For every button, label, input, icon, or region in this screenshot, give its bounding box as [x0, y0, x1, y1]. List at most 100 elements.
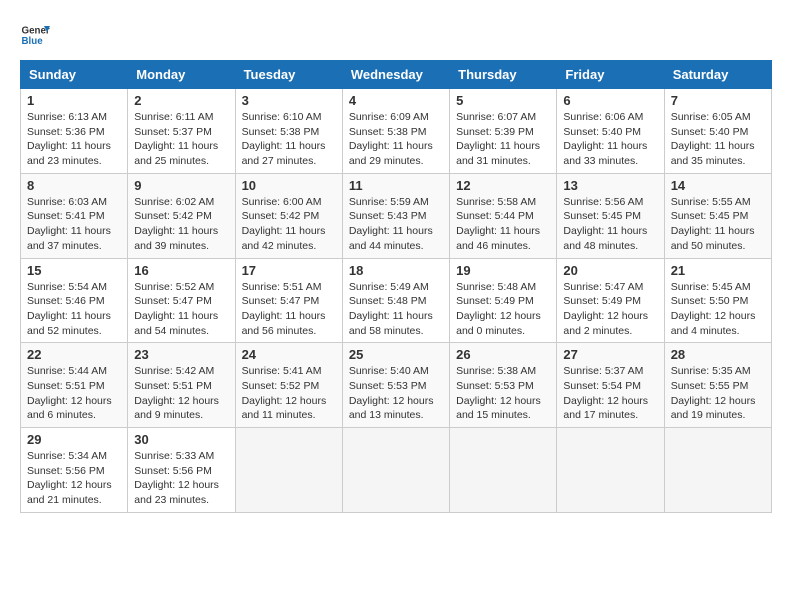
day-number: 14: [671, 178, 765, 193]
calendar-cell: 22 Sunrise: 5:44 AMSunset: 5:51 PMDayligh…: [21, 343, 128, 428]
day-info: Sunrise: 5:45 AMSunset: 5:50 PMDaylight:…: [671, 280, 765, 339]
calendar-cell: 1Sunrise: 6:13 AMSunset: 5:36 PMDaylight…: [21, 89, 128, 174]
weekday-header: Sunday: [21, 61, 128, 89]
day-number: 28: [671, 347, 765, 362]
day-info: Sunrise: 5:59 AMSunset: 5:43 PMDaylight:…: [349, 195, 443, 254]
day-number: 24: [242, 347, 336, 362]
calendar-cell: 21 Sunrise: 5:45 AMSunset: 5:50 PMDayligh…: [664, 258, 771, 343]
day-number: 19: [456, 263, 550, 278]
calendar-cell: 6 Sunrise: 6:06 AMSunset: 5:40 PMDaylight…: [557, 89, 664, 174]
day-number: 29: [27, 432, 121, 447]
day-number: 18: [349, 263, 443, 278]
calendar-cell: [664, 428, 771, 513]
day-info: Sunrise: 6:02 AMSunset: 5:42 PMDaylight:…: [134, 195, 228, 254]
day-info: Sunrise: 6:03 AMSunset: 5:41 PMDaylight:…: [27, 195, 121, 254]
calendar-cell: 29 Sunrise: 5:34 AMSunset: 5:56 PMDayligh…: [21, 428, 128, 513]
calendar-cell: 24 Sunrise: 5:41 AMSunset: 5:52 PMDayligh…: [235, 343, 342, 428]
calendar-cell: [557, 428, 664, 513]
day-info: Sunrise: 6:07 AMSunset: 5:39 PMDaylight:…: [456, 110, 550, 169]
day-info: Sunrise: 5:51 AMSunset: 5:47 PMDaylight:…: [242, 280, 336, 339]
weekday-header-row: SundayMondayTuesdayWednesdayThursdayFrid…: [21, 61, 772, 89]
day-info: Sunrise: 6:11 AMSunset: 5:37 PMDaylight:…: [134, 110, 228, 169]
day-number: 27: [563, 347, 657, 362]
day-info: Sunrise: 6:05 AMSunset: 5:40 PMDaylight:…: [671, 110, 765, 169]
calendar-row: 1Sunrise: 6:13 AMSunset: 5:36 PMDaylight…: [21, 89, 772, 174]
calendar-cell: 14 Sunrise: 5:55 AMSunset: 5:45 PMDayligh…: [664, 173, 771, 258]
calendar-cell: 7 Sunrise: 6:05 AMSunset: 5:40 PMDaylight…: [664, 89, 771, 174]
day-info: Sunrise: 5:34 AMSunset: 5:56 PMDaylight:…: [27, 449, 121, 508]
weekday-header: Wednesday: [342, 61, 449, 89]
day-info: Sunrise: 5:41 AMSunset: 5:52 PMDaylight:…: [242, 364, 336, 423]
day-info: Sunrise: 5:47 AMSunset: 5:49 PMDaylight:…: [563, 280, 657, 339]
calendar-cell: 18 Sunrise: 5:49 AMSunset: 5:48 PMDayligh…: [342, 258, 449, 343]
day-number: 20: [563, 263, 657, 278]
day-info: Sunrise: 5:54 AMSunset: 5:46 PMDaylight:…: [27, 280, 121, 339]
weekday-header: Saturday: [664, 61, 771, 89]
calendar-cell: 13 Sunrise: 5:56 AMSunset: 5:45 PMDayligh…: [557, 173, 664, 258]
calendar-row: 15 Sunrise: 5:54 AMSunset: 5:46 PMDayligh…: [21, 258, 772, 343]
day-info: Sunrise: 5:37 AMSunset: 5:54 PMDaylight:…: [563, 364, 657, 423]
day-info: Sunrise: 5:38 AMSunset: 5:53 PMDaylight:…: [456, 364, 550, 423]
day-number: 26: [456, 347, 550, 362]
day-number: 30: [134, 432, 228, 447]
calendar-row: 22 Sunrise: 5:44 AMSunset: 5:51 PMDayligh…: [21, 343, 772, 428]
day-info: Sunrise: 5:35 AMSunset: 5:55 PMDaylight:…: [671, 364, 765, 423]
calendar-cell: 15 Sunrise: 5:54 AMSunset: 5:46 PMDayligh…: [21, 258, 128, 343]
day-info: Sunrise: 5:33 AMSunset: 5:56 PMDaylight:…: [134, 449, 228, 508]
day-number: 7: [671, 93, 765, 108]
calendar-cell: 27 Sunrise: 5:37 AMSunset: 5:54 PMDayligh…: [557, 343, 664, 428]
day-number: 15: [27, 263, 121, 278]
day-number: 25: [349, 347, 443, 362]
logo-icon: General Blue: [20, 20, 50, 50]
day-number: 22: [27, 347, 121, 362]
calendar-cell: 25Sunrise: 5:40 AMSunset: 5:53 PMDayligh…: [342, 343, 449, 428]
day-info: Sunrise: 5:48 AMSunset: 5:49 PMDaylight:…: [456, 280, 550, 339]
weekday-header: Friday: [557, 61, 664, 89]
calendar-cell: [450, 428, 557, 513]
calendar-cell: 10Sunrise: 6:00 AMSunset: 5:42 PMDayligh…: [235, 173, 342, 258]
calendar-table: SundayMondayTuesdayWednesdayThursdayFrid…: [20, 60, 772, 513]
calendar-cell: 16Sunrise: 5:52 AMSunset: 5:47 PMDayligh…: [128, 258, 235, 343]
calendar-row: 8Sunrise: 6:03 AMSunset: 5:41 PMDaylight…: [21, 173, 772, 258]
day-number: 11: [349, 178, 443, 193]
calendar-cell: 26 Sunrise: 5:38 AMSunset: 5:53 PMDayligh…: [450, 343, 557, 428]
day-info: Sunrise: 5:49 AMSunset: 5:48 PMDaylight:…: [349, 280, 443, 339]
calendar-cell: 12 Sunrise: 5:58 AMSunset: 5:44 PMDayligh…: [450, 173, 557, 258]
calendar-cell: 28 Sunrise: 5:35 AMSunset: 5:55 PMDayligh…: [664, 343, 771, 428]
day-number: 17: [242, 263, 336, 278]
calendar-cell: 11 Sunrise: 5:59 AMSunset: 5:43 PMDayligh…: [342, 173, 449, 258]
day-number: 13: [563, 178, 657, 193]
calendar-cell: 3Sunrise: 6:10 AMSunset: 5:38 PMDaylight…: [235, 89, 342, 174]
calendar-cell: 23 Sunrise: 5:42 AMSunset: 5:51 PMDayligh…: [128, 343, 235, 428]
day-number: 9: [134, 178, 228, 193]
day-info: Sunrise: 6:00 AMSunset: 5:42 PMDaylight:…: [242, 195, 336, 254]
calendar-cell: 20 Sunrise: 5:47 AMSunset: 5:49 PMDayligh…: [557, 258, 664, 343]
day-number: 5: [456, 93, 550, 108]
calendar-cell: 30 Sunrise: 5:33 AMSunset: 5:56 PMDayligh…: [128, 428, 235, 513]
day-number: 16: [134, 263, 228, 278]
day-info: Sunrise: 5:55 AMSunset: 5:45 PMDaylight:…: [671, 195, 765, 254]
weekday-header: Monday: [128, 61, 235, 89]
calendar-cell: 9 Sunrise: 6:02 AMSunset: 5:42 PMDaylight…: [128, 173, 235, 258]
day-info: Sunrise: 5:58 AMSunset: 5:44 PMDaylight:…: [456, 195, 550, 254]
day-info: Sunrise: 5:44 AMSunset: 5:51 PMDaylight:…: [27, 364, 121, 423]
day-info: Sunrise: 5:56 AMSunset: 5:45 PMDaylight:…: [563, 195, 657, 254]
day-number: 4: [349, 93, 443, 108]
calendar-cell: [235, 428, 342, 513]
day-info: Sunrise: 6:06 AMSunset: 5:40 PMDaylight:…: [563, 110, 657, 169]
logo: General Blue: [20, 20, 50, 50]
calendar-row: 29 Sunrise: 5:34 AMSunset: 5:56 PMDayligh…: [21, 428, 772, 513]
day-info: Sunrise: 6:13 AMSunset: 5:36 PMDaylight:…: [27, 110, 121, 169]
weekday-header: Tuesday: [235, 61, 342, 89]
page-header: General Blue: [20, 20, 772, 50]
calendar-cell: 5 Sunrise: 6:07 AMSunset: 5:39 PMDaylight…: [450, 89, 557, 174]
day-info: Sunrise: 5:42 AMSunset: 5:51 PMDaylight:…: [134, 364, 228, 423]
day-number: 12: [456, 178, 550, 193]
day-number: 6: [563, 93, 657, 108]
calendar-cell: 19 Sunrise: 5:48 AMSunset: 5:49 PMDayligh…: [450, 258, 557, 343]
calendar-cell: [342, 428, 449, 513]
day-number: 3: [242, 93, 336, 108]
day-info: Sunrise: 6:09 AMSunset: 5:38 PMDaylight:…: [349, 110, 443, 169]
day-number: 23: [134, 347, 228, 362]
day-number: 21: [671, 263, 765, 278]
